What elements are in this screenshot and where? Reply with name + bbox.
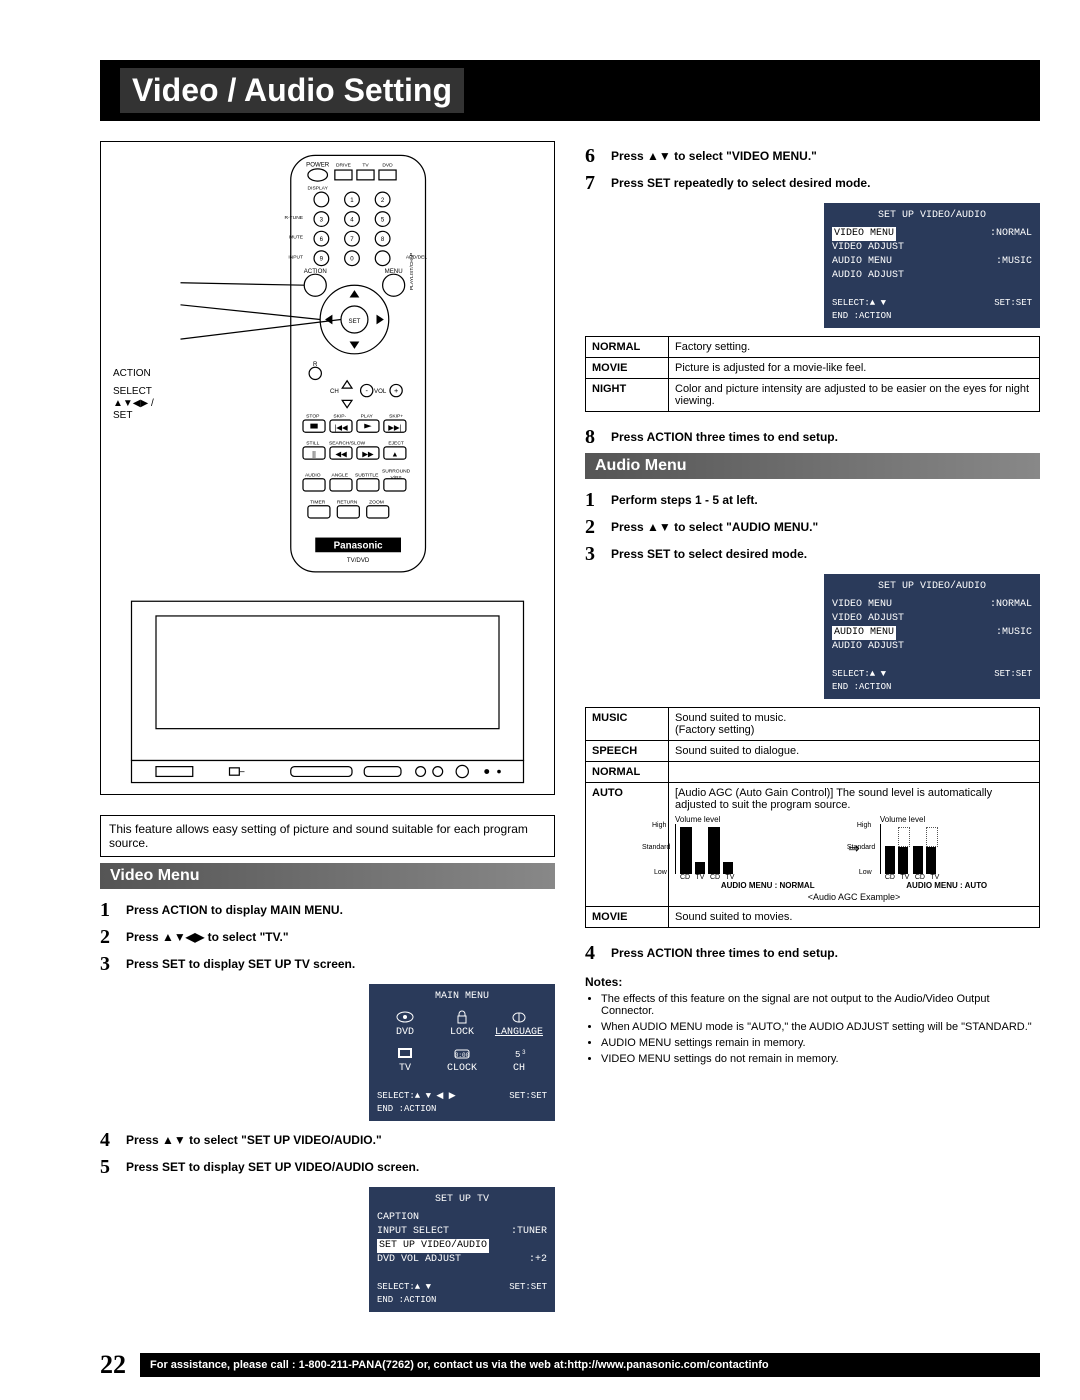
step-row: 7Press SET repeatedly to select desired … [585, 172, 1040, 195]
svg-text:SEARCH/SLOW: SEARCH/SLOW [329, 440, 366, 446]
setup-tv-osd: SET UP TV CAPTION INPUT SELECT:TUNER SET… [369, 1187, 555, 1312]
table-row: NORMAL [586, 762, 1040, 783]
va-osd-2: SET UP VIDEO/AUDIO VIDEO MENU:NORMAL VID… [824, 574, 1040, 699]
svg-text:VOL: VOL [374, 388, 387, 395]
label-set: SET [113, 410, 132, 421]
va-osd-1: SET UP VIDEO/AUDIO VIDEO MENU:NORMAL VID… [824, 203, 1040, 328]
list-item: The effects of this feature on the signa… [601, 993, 1040, 1017]
audio-menu-heading: Audio Menu [585, 453, 1040, 479]
step-row: 1Perform steps 1 - 5 at left. [585, 489, 1040, 512]
svg-text:TV: TV [362, 162, 369, 168]
svg-text:DVD: DVD [382, 162, 393, 168]
svg-text:4: 4 [350, 217, 354, 224]
step-row: 2Press ▲▼◀▶ to select "TV." [100, 926, 555, 949]
svg-text:DRIVE: DRIVE [336, 162, 352, 168]
step-row: 1Press ACTION to display MAIN MENU. [100, 899, 555, 922]
table-row: NIGHTColor and picture intensity are adj… [586, 379, 1040, 412]
svg-text:5: 5 [515, 1050, 520, 1060]
svg-text:SUBTITLE: SUBTITLE [355, 472, 379, 478]
svg-text:EJECT: EJECT [388, 440, 404, 446]
list-item: When AUDIO MENU mode is "AUTO," the AUDI… [601, 1021, 1040, 1033]
step-row: 3Press SET to select desired mode. [585, 543, 1040, 566]
svg-text:6: 6 [320, 236, 324, 243]
page-title: Video / Audio Setting [120, 68, 464, 113]
svg-text:STOP: STOP [306, 413, 319, 419]
svg-text:POWER: POWER [306, 161, 330, 168]
svg-text:TV/DVD: TV/DVD [347, 557, 370, 564]
svg-text:SET: SET [349, 318, 361, 325]
svg-text:SURROUND: SURROUND [382, 469, 411, 475]
svg-text:ACTION: ACTION [304, 268, 327, 275]
svg-text:PLAYLIST/CHAP: PLAYLIST/CHAP [409, 253, 415, 290]
label-arrows: ▲▼◀▶ / [113, 398, 154, 409]
table-row: MUSICSound suited to music. (Factory set… [586, 708, 1040, 741]
svg-text:SKIP+: SKIP+ [389, 413, 403, 419]
step-row: 3Press SET to display SET UP TV screen. [100, 953, 555, 976]
svg-text:|◀◀: |◀◀ [334, 423, 348, 432]
table-row: SPEECHSound suited to dialogue. [586, 741, 1040, 762]
svg-text:◀◀: ◀◀ [335, 450, 347, 459]
svg-text:+: + [394, 386, 398, 395]
remote-illustration: POWER DRIVE TV DVD DISPLAY R-TUN [100, 141, 555, 795]
page-number: 22 [100, 1350, 126, 1380]
svg-text:▶▶: ▶▶ [362, 450, 374, 459]
table-row: AUTO [Audio AGC (Auto Gain Control)] The… [586, 783, 1040, 907]
svg-text:ZOOM: ZOOM [369, 499, 384, 505]
svg-text:2: 2 [381, 197, 385, 204]
remote-brand: Panasonic [334, 541, 384, 552]
label-action: ACTION [113, 368, 151, 379]
svg-text:5: 5 [381, 217, 385, 224]
svg-text:||: || [312, 450, 316, 459]
assistance-text: For assistance, please call : 1-800-211-… [140, 1353, 1040, 1377]
page-footer: 22 For assistance, please call : 1-800-2… [100, 1350, 1040, 1380]
svg-text:MENU: MENU [385, 268, 403, 275]
notes-heading: Notes: [585, 975, 1040, 989]
svg-text:▶▶|: ▶▶| [388, 423, 401, 432]
svg-text:CH: CH [330, 388, 339, 395]
step-row: 5Press SET to display SET UP VIDEO/AUDIO… [100, 1156, 555, 1179]
svg-text:1: 1 [350, 197, 354, 204]
svg-text:7: 7 [350, 236, 354, 243]
svg-text:INPUT: INPUT [288, 254, 303, 260]
video-menu-heading: Video Menu [100, 863, 555, 889]
notes-list: The effects of this feature on the signa… [585, 993, 1040, 1065]
svg-text:SKIP-: SKIP- [333, 413, 346, 419]
table-row: MOVIEPicture is adjusted for a movie-lik… [586, 358, 1040, 379]
step-row: 4Press ▲▼ to select "SET UP VIDEO/AUDIO.… [100, 1129, 555, 1152]
svg-text:0: 0 [350, 256, 354, 263]
svg-text:MUTE: MUTE [289, 235, 304, 241]
svg-text:3: 3 [320, 217, 324, 224]
svg-text:▲: ▲ [391, 450, 398, 459]
svg-text:ANGLE: ANGLE [331, 472, 348, 478]
svg-text:9: 9 [320, 256, 324, 263]
step-row: 6Press ▲▼ to select "VIDEO MENU." [585, 145, 1040, 168]
step-row: 4Press ACTION three times to end setup. [585, 942, 1040, 965]
list-item: AUDIO MENU settings remain in memory. [601, 1037, 1040, 1049]
step-row: 8Press ACTION three times to end setup. [585, 426, 1040, 449]
step-row: 2Press ▲▼ to select "AUDIO MENU." [585, 516, 1040, 539]
table-row: NORMALFactory setting. [586, 337, 1040, 358]
table-row: MOVIESound suited to movies. [586, 907, 1040, 928]
list-item: VIDEO MENU settings do not remain in mem… [601, 1053, 1040, 1065]
feature-note: This feature allows easy setting of pict… [100, 815, 555, 857]
svg-text:3: 3 [522, 1049, 526, 1056]
svg-text:8: 8 [381, 236, 385, 243]
svg-text:−: − [239, 767, 245, 778]
svg-text:DISPLAY: DISPLAY [308, 186, 329, 192]
svg-text:ADD/DEL: ADD/DEL [406, 254, 427, 260]
page-title-bar: Video / Audio Setting [100, 60, 1040, 121]
label-select: SELECT [113, 386, 152, 397]
svg-text:AUDIO: AUDIO [305, 472, 321, 478]
svg-text:STILL: STILL [306, 440, 319, 446]
main-menu-osd: MAIN MENU DVD LOCK LANGUAGE TV 0:00CLOCK… [369, 984, 555, 1121]
svg-text:TIMER: TIMER [310, 499, 326, 505]
audio-modes-table: MUSICSound suited to music. (Factory set… [585, 707, 1040, 928]
svg-text:RETURN: RETURN [337, 499, 358, 505]
svg-text:0:00: 0:00 [455, 1052, 470, 1059]
svg-text:R-TUNE: R-TUNE [285, 215, 304, 221]
video-modes-table: NORMALFactory setting. MOVIEPicture is a… [585, 336, 1040, 412]
svg-text:PLAY: PLAY [361, 413, 374, 419]
